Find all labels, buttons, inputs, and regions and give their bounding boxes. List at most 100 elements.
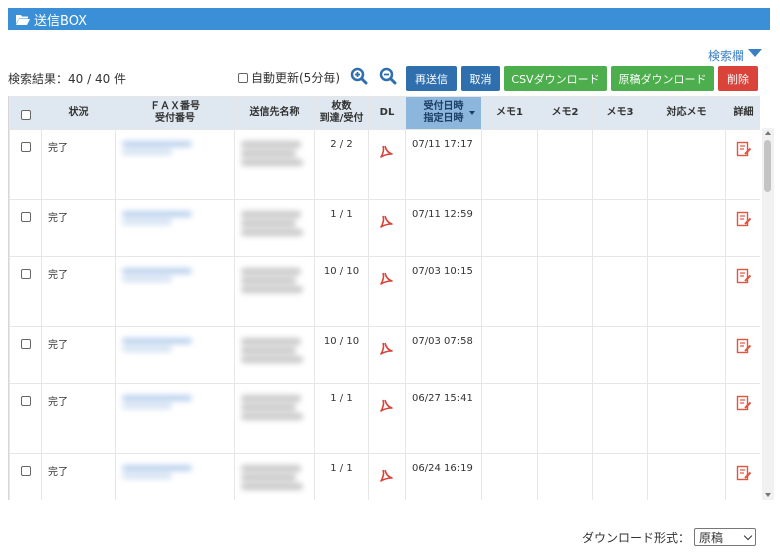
download-format: ダウンロード形式： 原稿 — [582, 528, 756, 546]
table-row[interactable]: 完了 1 / 1 07/11 12:59 — [9, 199, 760, 257]
column-recipient[interactable]: 送信先名称 — [234, 96, 315, 130]
scroll-up-icon[interactable] — [765, 131, 771, 135]
scroll-down-icon[interactable] — [765, 493, 771, 497]
column-memo-action[interactable]: 対応メモ — [647, 96, 726, 130]
memo3-cell[interactable] — [592, 453, 648, 500]
memo3-cell[interactable] — [592, 383, 648, 454]
recipient-cell — [234, 383, 315, 454]
pages-cell: 2 / 2 — [314, 129, 369, 200]
row-checkbox[interactable] — [20, 466, 31, 476]
recipient-cell — [234, 199, 315, 257]
resend-button[interactable]: 再送信 — [406, 66, 457, 91]
table-header-row: 状況 ＦＡＸ番号 受付番号 送信先名称 枚数 到達/受付 DL 受付日時 指定日時 メ… — [9, 96, 760, 130]
column-pages-label: 枚数 — [331, 101, 352, 112]
column-dl[interactable]: DL — [368, 96, 406, 130]
column-memo2[interactable]: メモ2 — [537, 96, 593, 130]
memo1-cell[interactable] — [481, 129, 538, 200]
delete-button[interactable]: 削除 — [718, 66, 758, 91]
search-panel-toggle[interactable]: 検索欄 — [708, 47, 762, 64]
edit-detail-icon[interactable] — [726, 211, 760, 230]
date-cell: 06/27 15:41 — [405, 383, 482, 454]
zoom-in-icon[interactable] — [350, 67, 368, 85]
memo-action-cell[interactable] — [647, 129, 726, 200]
memo3-cell[interactable] — [592, 256, 648, 327]
row-checkbox[interactable] — [20, 142, 31, 152]
download-format-label: ダウンロード形式： — [581, 530, 690, 545]
recipient-cell — [234, 129, 315, 200]
memo1-cell[interactable] — [481, 383, 538, 454]
pdf-icon[interactable] — [369, 399, 405, 416]
table-scrollbar[interactable] — [762, 128, 774, 500]
edit-detail-icon[interactable] — [726, 268, 760, 287]
memo1-cell[interactable] — [481, 326, 538, 384]
row-checkbox[interactable] — [20, 212, 31, 222]
table-row[interactable]: 完了 1 / 1 06/27 15:41 — [9, 383, 760, 454]
zoom-out-icon[interactable] — [379, 67, 397, 85]
row-checkbox[interactable] — [20, 396, 31, 406]
memo1-cell[interactable] — [481, 256, 538, 327]
csv-download-button[interactable]: CSVダウンロード — [504, 66, 607, 91]
table-row[interactable]: 完了 10 / 10 07/03 10:15 — [9, 256, 760, 327]
recipient-cell — [234, 256, 315, 327]
column-date[interactable]: 受付日時 指定日時 — [405, 96, 482, 130]
row-checkbox[interactable] — [20, 339, 31, 349]
row-select-cell — [9, 326, 42, 384]
memo3-cell[interactable] — [592, 129, 648, 200]
table-row[interactable]: 完了 10 / 10 07/03 07:58 — [9, 326, 760, 384]
scrollbar-thumb[interactable] — [764, 140, 771, 192]
pdf-download-cell — [368, 129, 406, 200]
edit-detail-icon[interactable] — [726, 141, 760, 160]
row-select-cell — [9, 199, 42, 257]
page-title: 送信BOX — [34, 13, 87, 29]
edit-detail-icon[interactable] — [726, 338, 760, 357]
pdf-icon[interactable] — [369, 272, 405, 289]
pages-cell: 1 / 1 — [314, 383, 369, 454]
detail-cell — [725, 326, 760, 384]
fax-number-cell — [115, 453, 235, 500]
pages-cell: 10 / 10 — [314, 256, 369, 327]
memo2-cell[interactable] — [537, 453, 593, 500]
pdf-icon[interactable] — [369, 215, 405, 232]
memo-action-cell[interactable] — [647, 199, 726, 257]
search-toggle-label: 検索欄 — [707, 49, 744, 63]
pdf-download-cell — [368, 383, 406, 454]
cancel-button[interactable]: 取消 — [461, 66, 500, 91]
memo1-cell[interactable] — [481, 199, 538, 257]
memo2-cell[interactable] — [537, 383, 593, 454]
column-memo1[interactable]: メモ1 — [481, 96, 538, 130]
memo-action-cell[interactable] — [647, 383, 726, 454]
select-all-checkbox[interactable] — [20, 109, 31, 120]
column-fax-number[interactable]: ＦＡＸ番号 受付番号 — [115, 96, 235, 130]
memo-action-cell[interactable] — [647, 256, 726, 327]
memo2-cell[interactable] — [537, 129, 593, 200]
pdf-icon[interactable] — [369, 145, 405, 162]
pdf-icon[interactable] — [369, 469, 405, 486]
memo2-cell[interactable] — [537, 326, 593, 384]
memo2-cell[interactable] — [537, 256, 593, 327]
memo3-cell[interactable] — [592, 199, 648, 257]
memo-action-cell[interactable] — [647, 453, 726, 500]
memo3-cell[interactable] — [592, 326, 648, 384]
date-cell: 06/24 16:19 — [405, 453, 482, 500]
status-cell: 完了 — [41, 256, 116, 327]
column-pages[interactable]: 枚数 到達/受付 — [314, 96, 369, 130]
pdf-icon[interactable] — [369, 342, 405, 359]
detail-cell — [725, 256, 760, 327]
column-status[interactable]: 状況 — [41, 96, 116, 130]
auto-refresh-checkbox[interactable] — [238, 72, 248, 83]
auto-refresh-toggle[interactable]: 自動更新(5分毎) — [238, 69, 340, 86]
status-cell: 完了 — [41, 326, 116, 384]
memo-action-cell[interactable] — [647, 326, 726, 384]
memo1-cell[interactable] — [481, 453, 538, 500]
row-checkbox[interactable] — [20, 269, 31, 279]
edit-detail-icon[interactable] — [726, 465, 760, 484]
original-download-button[interactable]: 原稿ダウンロード — [611, 66, 714, 91]
download-format-select[interactable]: 原稿 — [694, 528, 756, 546]
column-pages-sub-label: 到達/受付 — [319, 113, 364, 124]
table-row[interactable]: 完了 2 / 2 07/11 17:17 — [9, 129, 760, 200]
fax-number-cell — [115, 326, 235, 384]
edit-detail-icon[interactable] — [726, 395, 760, 414]
memo2-cell[interactable] — [537, 199, 593, 257]
column-memo3[interactable]: メモ3 — [592, 96, 648, 130]
table-row[interactable]: 完了 1 / 1 06/24 16:19 — [9, 453, 760, 500]
